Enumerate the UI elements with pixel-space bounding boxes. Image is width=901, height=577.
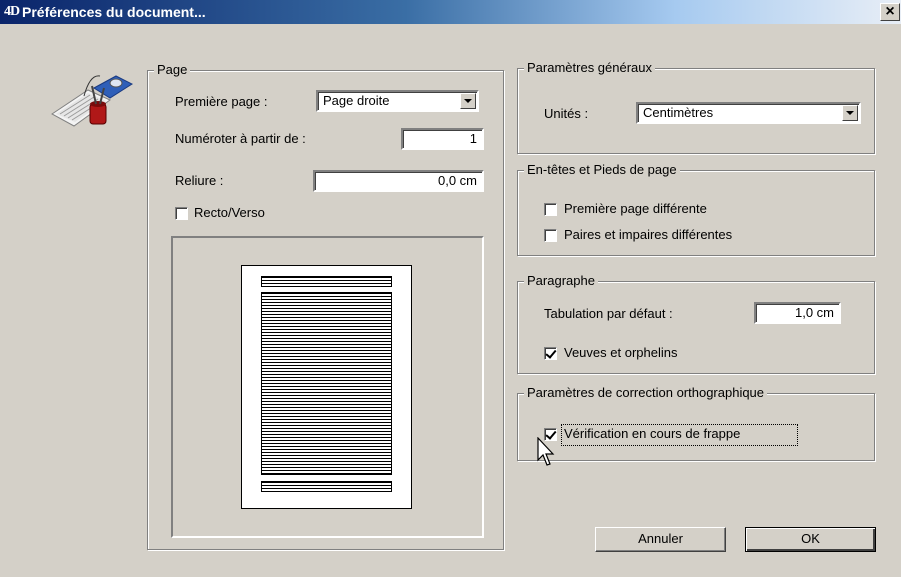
binding-field[interactable]: 0,0 cm [313, 170, 484, 192]
first-page-select-value: Page droite [323, 93, 390, 108]
first-page-different-checkbox[interactable] [544, 203, 557, 216]
app-logo-icon: 4D [4, 4, 20, 19]
paragraph-group-legend: Paragraphe [524, 273, 598, 289]
widows-orphans-label: Veuves et orphelins [564, 345, 678, 360]
first-page-different-label: Première page différente [564, 201, 707, 216]
number-from-field[interactable]: 1 [401, 128, 484, 150]
window-title: Préférences du document... [22, 4, 206, 20]
cancel-button[interactable]: Annuler [595, 527, 726, 552]
header-lines [261, 276, 392, 287]
odd-even-different-checkbox[interactable] [544, 229, 557, 242]
desk-tools-icon [51, 75, 134, 127]
close-button[interactable]: × [880, 3, 900, 21]
ok-button[interactable]: OK [745, 527, 876, 552]
duplex-label: Recto/Verso [194, 205, 265, 220]
footer-lines [261, 481, 392, 492]
title-bar: 4D Préférences du document... × [0, 0, 901, 24]
units-label: Unités : [544, 106, 589, 121]
chevron-down-icon[interactable] [460, 93, 476, 109]
units-select-value: Centimètres [643, 105, 714, 120]
binding-label: Reliure : [175, 173, 224, 188]
spelling-group-legend: Paramètres de correction orthographique [524, 385, 768, 401]
chevron-down-icon[interactable] [842, 105, 858, 121]
units-select[interactable]: Centimètres [636, 102, 861, 124]
check-as-you-type-label: Vérification en cours de frappe [564, 426, 741, 441]
page-group-legend: Page [154, 62, 191, 78]
widows-orphans-checkbox[interactable] [544, 347, 557, 360]
first-page-select[interactable]: Page droite [316, 90, 479, 112]
odd-even-different-label: Paires et impaires différentes [564, 227, 733, 242]
header-footer-group-legend: En-têtes et Pieds de page [524, 162, 680, 178]
general-group-legend: Paramètres généraux [524, 60, 656, 76]
default-tab-label: Tabulation par défaut : [544, 306, 673, 321]
default-tab-field[interactable]: 1,0 cm [754, 302, 841, 324]
first-page-label: Première page : [175, 94, 268, 109]
duplex-checkbox[interactable] [175, 207, 188, 220]
body-lines [261, 292, 392, 475]
mouse-pointer-icon [537, 437, 555, 466]
number-from-label: Numéroter à partir de : [175, 131, 306, 146]
